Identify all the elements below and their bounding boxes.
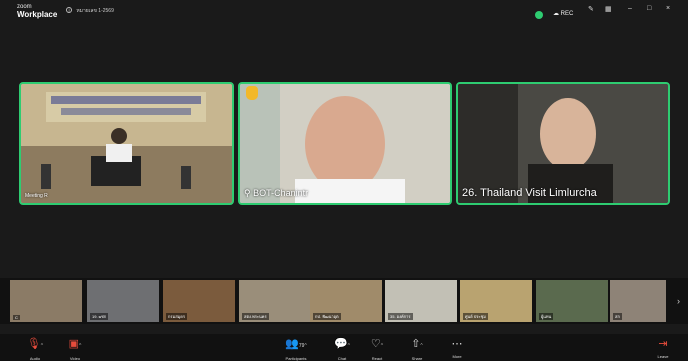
pencil-icon[interactable]: ✎ bbox=[588, 5, 594, 13]
share-icon: ⇧^ bbox=[411, 338, 423, 350]
thumbnail-tile[interactable]: กรมสมุดร bbox=[163, 280, 235, 322]
participant-video bbox=[240, 84, 450, 203]
close-button[interactable]: × bbox=[666, 5, 670, 12]
leave-label: Leave bbox=[657, 354, 669, 359]
chat-icon: 💬^ bbox=[333, 338, 351, 350]
thumbnail-name: สก bbox=[613, 313, 622, 320]
thumbnail-name: 19. ບชก bbox=[90, 313, 109, 320]
thumbnail-tile[interactable]: C bbox=[10, 280, 82, 322]
participants-label: Participants bbox=[285, 356, 307, 361]
thumbnail-name: กป. ฟัฒนาอุต bbox=[313, 313, 341, 320]
info-icon[interactable]: i bbox=[66, 7, 72, 14]
react-label: React bbox=[371, 356, 383, 361]
thumbnail-tile[interactable]: สก bbox=[610, 280, 666, 322]
chat-button[interactable]: 💬^ Chat bbox=[327, 337, 357, 361]
video-tile-meeting-room[interactable]: Meeting R bbox=[19, 82, 234, 205]
participant-name-row: ⚲ BOT-Chanintr bbox=[244, 188, 308, 199]
video-off-icon: ▣^ bbox=[68, 338, 82, 350]
audio-label: Audio bbox=[29, 356, 41, 361]
meeting-room-video bbox=[21, 84, 232, 203]
thumbnail-name: ผู้แทน bbox=[539, 313, 554, 320]
audio-button[interactable]: 🎙^ Audio bbox=[20, 337, 50, 361]
video-tile-bot-chanintr[interactable]: ⚲ BOT-Chanintr bbox=[238, 82, 452, 205]
thumbnail-tile[interactable]: 35. องค์การ bbox=[385, 280, 457, 322]
record-icon: ☁ bbox=[553, 11, 559, 17]
react-button[interactable]: ♡^ React bbox=[362, 337, 392, 361]
video-tile-thailand-visit[interactable]: 26. Thailand Visit Limlurcha bbox=[456, 82, 670, 205]
participants-icon: 👥79^ bbox=[285, 338, 307, 350]
participant-name: Meeting R bbox=[25, 193, 48, 199]
video-button[interactable]: ▣^ Video bbox=[60, 337, 90, 361]
rec-label: REC bbox=[560, 11, 574, 17]
thumbnail-name: C bbox=[13, 315, 20, 320]
top-bar: zoom Workplace i หมายเลข 1-2569 ☁ REC ✎ … bbox=[0, 0, 688, 22]
logo-line2: Workplace bbox=[17, 10, 58, 19]
thumbnail-name: 35. องค์การ bbox=[388, 313, 413, 320]
zoom-logo: zoom Workplace bbox=[17, 3, 57, 19]
meeting-title: หมายเลข 1-2569 bbox=[76, 8, 114, 14]
raised-hand-icon bbox=[246, 86, 258, 100]
pin-icon: ⚲ bbox=[244, 188, 251, 198]
chevron-right-icon[interactable]: › bbox=[677, 296, 680, 306]
minimize-button[interactable]: – bbox=[628, 5, 632, 12]
security-icon[interactable] bbox=[535, 11, 543, 19]
more-icon: ⋯ bbox=[451, 338, 463, 350]
participants-button[interactable]: 👥79^ Participants bbox=[276, 337, 316, 361]
leave-icon: ⇥ bbox=[658, 338, 668, 350]
participant-name: BOT-Chanintr bbox=[253, 188, 309, 198]
meeting-info[interactable]: i หมายเลข 1-2569 bbox=[66, 7, 114, 15]
restore-button[interactable]: □ bbox=[647, 5, 651, 12]
leave-button[interactable]: ⇥ Leave bbox=[648, 337, 678, 359]
heart-icon: ♡^ bbox=[370, 338, 384, 350]
share-label: Share bbox=[411, 356, 423, 361]
participant-video bbox=[458, 84, 668, 203]
more-label: More bbox=[452, 354, 462, 359]
mic-muted-icon: 🎙^ bbox=[26, 338, 44, 350]
recording-indicator[interactable]: ☁ REC bbox=[553, 10, 573, 17]
thumbnail-tile[interactable]: กป. ฟัฒนาอุต bbox=[310, 280, 382, 322]
thumbnail-name: กรมสมุดร bbox=[166, 313, 188, 320]
thumbnail-tile[interactable]: 19. ບชก bbox=[87, 280, 159, 322]
thumbnail-name: ศูนย์ ประชุม bbox=[463, 313, 488, 320]
share-button[interactable]: ⇧^ Share bbox=[402, 337, 432, 361]
meeting-toolbar: 🎙^ Audio ▣^ Video 👥79^ Participants 💬^ C… bbox=[0, 334, 688, 361]
thumbnail-tile[interactable]: ศูนย์ ประชุม bbox=[460, 280, 532, 322]
grid-icon[interactable]: ▦ bbox=[605, 5, 612, 13]
more-button[interactable]: ⋯ More bbox=[442, 337, 472, 359]
thumbnail-tile[interactable]: สตง.พระนคร bbox=[239, 280, 311, 322]
thumbnail-tile[interactable]: ผู้แทน bbox=[536, 280, 608, 322]
gallery-strip: C 19. ບชก กรมสมุดร สตง.พระนคร กป. ฟัฒนาอ… bbox=[0, 278, 688, 324]
thumbnail-name: สตง.พระนคร bbox=[242, 313, 269, 320]
video-label: Video bbox=[69, 356, 81, 361]
participant-name: 26. Thailand Visit Limlurcha bbox=[462, 187, 597, 199]
chat-label: Chat bbox=[337, 356, 347, 361]
